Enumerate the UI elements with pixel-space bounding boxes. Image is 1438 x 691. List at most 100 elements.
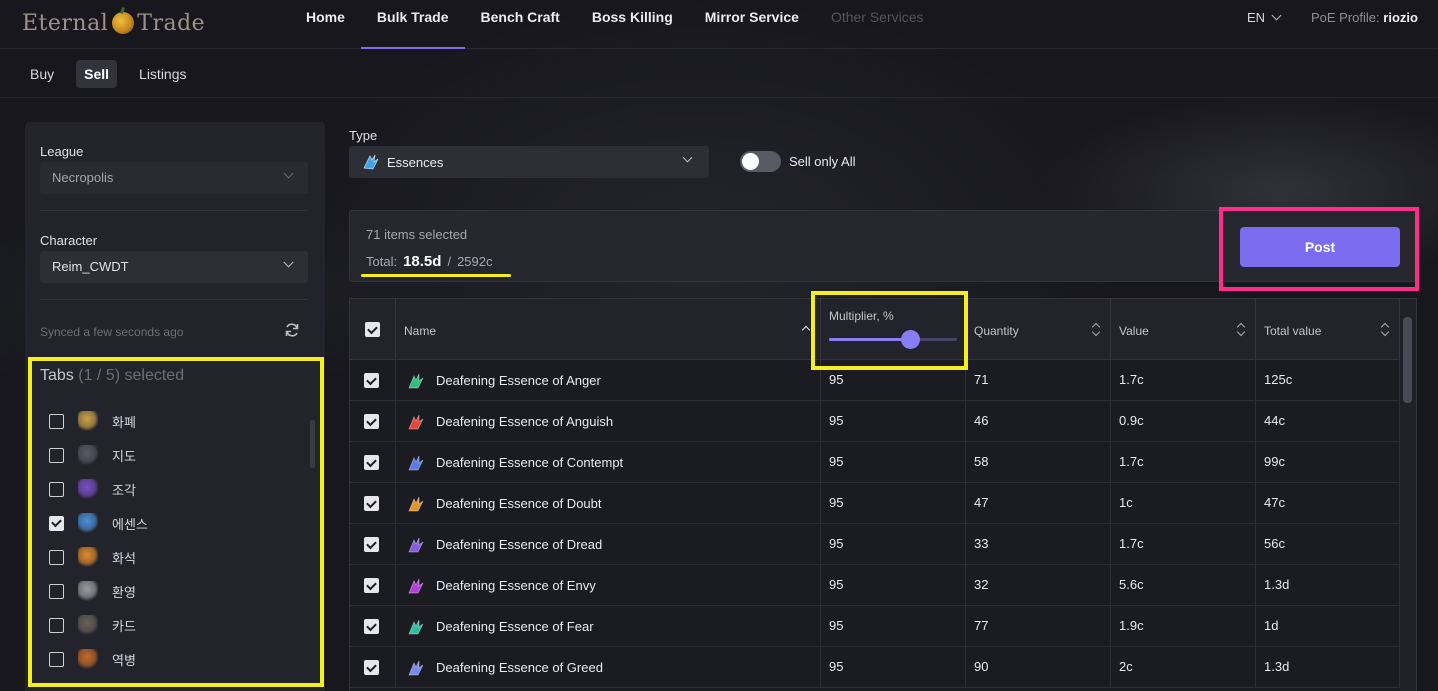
table-row[interactable]: Deafening Essence of Doubt 95 47 1c 47c	[350, 483, 1400, 524]
refresh-icon[interactable]	[284, 322, 300, 338]
item-quantity: 33	[966, 524, 1111, 565]
header-total-value[interactable]: Total value	[1256, 299, 1400, 360]
subtab-buy[interactable]: Buy	[22, 60, 62, 88]
stash-tab-item[interactable]: 조각	[49, 472, 309, 506]
header-name[interactable]: Name	[396, 299, 821, 360]
nav-bulk-trade[interactable]: Bulk Trade	[360, 0, 465, 49]
row-checkbox[interactable]	[364, 537, 379, 552]
header-quantity[interactable]: Quantity	[966, 299, 1111, 360]
nav-mirror-service[interactable]: Mirror Service	[689, 0, 815, 49]
stash-tab-item[interactable]: 화폐	[49, 404, 309, 438]
item-name: Deafening Essence of Dread	[436, 536, 603, 552]
item-name-cell: Deafening Essence of Greed	[396, 647, 821, 688]
tab-checkbox[interactable]	[49, 583, 64, 599]
stash-tab-item[interactable]: 화석	[49, 540, 309, 574]
logo-text-right: Trade	[137, 10, 206, 36]
row-checkbox[interactable]	[364, 373, 379, 388]
header-total-value-label: Total value	[1264, 324, 1322, 338]
tab-name: 지도	[112, 448, 136, 464]
item-multiplier: 95	[821, 565, 966, 606]
tab-checkbox[interactable]	[49, 447, 64, 463]
row-checkbox[interactable]	[364, 414, 379, 429]
type-select[interactable]: Essences	[349, 146, 709, 178]
tab-checkbox[interactable]	[49, 515, 64, 531]
item-value: 0.9c	[1111, 401, 1256, 442]
stash-tab-item[interactable]: 역병	[49, 642, 309, 676]
essence-icon	[408, 578, 424, 593]
language-selector[interactable]: EN	[1247, 10, 1282, 25]
tab-checkbox[interactable]	[49, 651, 64, 667]
item-multiplier: 95	[821, 524, 966, 565]
post-button[interactable]: Post	[1240, 227, 1400, 267]
header-select-all-cell	[350, 299, 396, 360]
currency-icon	[78, 411, 98, 431]
row-select-cell	[350, 483, 396, 524]
select-all-checkbox[interactable]	[365, 322, 380, 337]
row-select-cell	[350, 647, 396, 688]
character-label: Character	[40, 233, 98, 248]
tab-name: 카드	[112, 618, 136, 634]
league-select[interactable]: Necropolis	[40, 162, 308, 194]
table-row[interactable]: Deafening Essence of Greed 95 90 2c 1.3d	[350, 647, 1400, 688]
item-name: Deafening Essence of Fear	[436, 618, 594, 634]
site-logo[interactable]: Eternal Trade	[22, 8, 205, 38]
multiplier-slider[interactable]	[829, 330, 957, 349]
tabs-title: Tabs (1 / 5) selected	[40, 367, 184, 385]
table-row[interactable]: Deafening Essence of Anguish 95 46 0.9c 44c	[350, 401, 1400, 442]
item-quantity: 58	[966, 442, 1111, 483]
row-checkbox[interactable]	[364, 496, 379, 511]
character-value: Reim_CWDT	[52, 259, 129, 274]
sort-icon[interactable]	[1381, 323, 1389, 337]
stash-tab-item[interactable]: 지도	[49, 438, 309, 472]
row-checkbox[interactable]	[364, 455, 379, 470]
table-scrollbar-thumb[interactable]	[1403, 317, 1412, 403]
table-row[interactable]: Deafening Essence of Contempt 95 58 1.7c 99c	[350, 442, 1400, 483]
fossil-icon	[78, 547, 98, 567]
nav-home[interactable]: Home	[290, 0, 361, 49]
table-row[interactable]: Deafening Essence of Fear 95 77 1.9c 1d	[350, 606, 1400, 647]
table-row[interactable]: Deafening Essence of Dread 95 33 1.7c 56c	[350, 524, 1400, 565]
character-select[interactable]: Reim_CWDT	[40, 251, 308, 283]
item-multiplier: 95	[821, 401, 966, 442]
tab-name: 역병	[112, 652, 136, 668]
tab-checkbox[interactable]	[49, 481, 64, 497]
sort-icon[interactable]	[1092, 323, 1100, 337]
items-table: Name Multiplier, % Quantity Value Total …	[349, 298, 1417, 691]
table-row[interactable]: Deafening Essence of Envy 95 32 5.6c 1.3d	[350, 565, 1400, 606]
item-quantity: 32	[966, 565, 1111, 606]
nav-other-services[interactable]: Other Services	[815, 0, 940, 49]
nav-boss-killing[interactable]: Boss Killing	[576, 0, 689, 49]
poe-profile[interactable]: PoE Profile: riozio	[1311, 10, 1418, 25]
chevron-down-icon	[1271, 10, 1282, 21]
essence-icon	[78, 513, 98, 533]
row-checkbox[interactable]	[364, 578, 379, 593]
table-row[interactable]: Deafening Essence of Anger 95 71 1.7c 125c	[350, 360, 1400, 401]
row-checkbox[interactable]	[364, 660, 379, 675]
subtab-sell[interactable]: Sell	[76, 59, 118, 88]
stash-tab-item[interactable]: 에센스	[49, 506, 309, 540]
row-select-cell	[350, 606, 396, 647]
sell-only-all-label: Sell only All	[789, 154, 856, 169]
sell-only-all-toggle[interactable]	[740, 151, 781, 172]
sort-icon[interactable]	[1237, 323, 1245, 337]
essence-icon	[408, 537, 424, 552]
map-icon	[78, 445, 98, 465]
essence-icon	[408, 414, 424, 429]
subtab-listings[interactable]: Listings	[131, 60, 194, 88]
tab-checkbox[interactable]	[49, 549, 64, 565]
stash-tab-item[interactable]: 환영	[49, 574, 309, 608]
filter-sidebar: League Necropolis Character Reim_CWDT Sy…	[25, 122, 325, 691]
sidebar-scrollbar[interactable]	[310, 420, 315, 468]
item-value: 1.7c	[1111, 524, 1256, 565]
item-total-value: 1.3d	[1256, 647, 1400, 688]
row-checkbox[interactable]	[364, 619, 379, 634]
tab-checkbox[interactable]	[49, 413, 64, 429]
item-value: 1.9c	[1111, 606, 1256, 647]
stash-tab-item[interactable]: 카드	[49, 608, 309, 642]
tab-checkbox[interactable]	[49, 617, 64, 633]
header-value[interactable]: Value	[1111, 299, 1256, 360]
sort-ascending-icon[interactable]	[802, 323, 810, 337]
nav-bench-craft[interactable]: Bench Craft	[465, 0, 576, 49]
slider-handle[interactable]	[901, 330, 921, 349]
header-name-label: Name	[404, 324, 437, 338]
